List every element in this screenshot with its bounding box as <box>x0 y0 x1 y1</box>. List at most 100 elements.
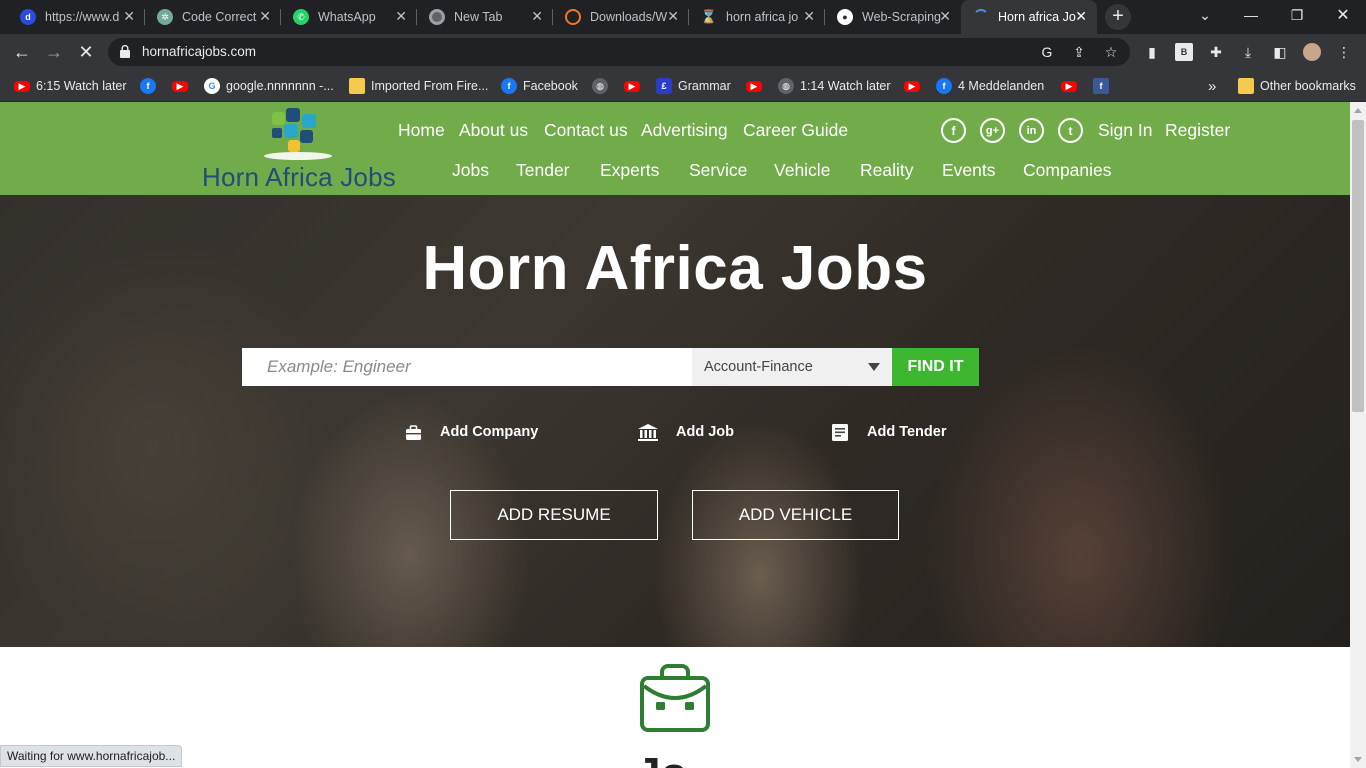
browser-tab[interactable]: d https://www.d ✕ <box>8 0 145 34</box>
nav-events[interactable]: Events <box>942 160 996 181</box>
category-selected-value: Account-Finance <box>704 359 813 375</box>
google-icon: G <box>204 78 220 94</box>
category-select[interactable]: Account-Finance <box>692 348 892 386</box>
google-plus-icon[interactable]: g+ <box>980 118 1005 143</box>
bookmark-item[interactable]: ▶ <box>746 77 768 95</box>
nav-career-guide[interactable]: Career Guide <box>743 120 848 141</box>
close-tab-icon[interactable]: ✕ <box>803 8 815 24</box>
address-bar[interactable]: hornafricajobs.com G ⇪ ☆ <box>108 38 1130 66</box>
back-arrow-icon[interactable]: ← <box>10 40 34 64</box>
jupyter-icon <box>565 9 581 25</box>
restore-icon[interactable]: ❐ <box>1274 0 1320 30</box>
hourglass-icon: ⌛ <box>700 9 718 24</box>
add-job-label: Add Job <box>676 424 734 440</box>
page-scrollbar[interactable] <box>1350 102 1366 768</box>
browser-tab[interactable]: ⌛ horn africa jo ✕ <box>689 0 825 34</box>
site-header: Horn Africa Jobs Home About us Contact u… <box>0 102 1350 195</box>
youtube-icon: ▶ <box>904 80 920 92</box>
nav-jobs[interactable]: Jobs <box>452 160 489 181</box>
browser-tab-active[interactable]: Horn africa Jo ✕ <box>961 0 1097 34</box>
nav-reality[interactable]: Reality <box>860 160 914 181</box>
bookmark-item[interactable]: £ Grammar <box>656 77 731 95</box>
add-tender-label: Add Tender <box>867 424 947 440</box>
find-it-button[interactable]: FIND IT <box>892 348 979 386</box>
nav-advertising[interactable]: Advertising <box>641 120 728 141</box>
google-lens-icon[interactable]: G <box>1038 43 1056 61</box>
bitwarden-icon[interactable]: B <box>1175 43 1193 61</box>
share-icon[interactable]: ⇪ <box>1070 43 1088 61</box>
side-panel-icon[interactable]: ◧ <box>1271 43 1289 61</box>
scroll-down-arrow-icon[interactable] <box>1354 757 1362 762</box>
bookmark-item[interactable]: ▶ <box>904 77 926 95</box>
bookmark-star-icon[interactable]: ☆ <box>1102 43 1120 61</box>
browser-tab[interactable]: New Tab ✕ <box>417 0 553 34</box>
nav-vehicle[interactable]: Vehicle <box>774 160 830 181</box>
tab-search-icon[interactable]: ⌄ <box>1182 0 1228 30</box>
bookmark-item[interactable]: ◍ <box>592 77 614 95</box>
bookmark-item[interactable]: ▶ 6:15 Watch later <box>14 77 127 95</box>
nav-experts[interactable]: Experts <box>600 160 659 181</box>
bookmark-item[interactable]: ▶ <box>172 77 194 95</box>
bookmark-folder[interactable]: Imported From Fire... <box>349 77 488 95</box>
extensions-puzzle-icon[interactable]: ✚ <box>1207 43 1225 61</box>
nav-tender[interactable]: Tender <box>516 160 570 181</box>
nav-companies[interactable]: Companies <box>1023 160 1112 181</box>
register-link[interactable]: Register <box>1165 120 1230 141</box>
browser-tab[interactable]: Downloads/W ✕ <box>553 0 689 34</box>
minimize-icon[interactable]: — <box>1228 0 1274 30</box>
scroll-up-arrow-icon[interactable] <box>1354 108 1362 113</box>
close-tab-icon[interactable]: ✕ <box>123 8 135 24</box>
bookmarks-overflow-chevron[interactable]: » <box>1208 77 1216 95</box>
nav-home[interactable]: Home <box>398 120 445 141</box>
profile-avatar[interactable] <box>1303 43 1321 61</box>
close-tab-icon[interactable]: ✕ <box>531 8 543 24</box>
close-tab-icon[interactable]: ✕ <box>259 8 271 24</box>
browser-tab[interactable]: ● Web-Scraping ✕ <box>825 0 961 34</box>
bookmark-item[interactable]: f <box>140 77 162 95</box>
add-resume-button[interactable]: ADD RESUME <box>450 490 658 540</box>
site-logo[interactable]: Horn Africa Jobs <box>200 104 400 192</box>
facebook-icon[interactable]: f <box>941 118 966 143</box>
close-window-icon[interactable]: ✕ <box>1320 0 1366 30</box>
bookmark-item[interactable]: f Facebook <box>501 77 578 95</box>
add-job-link[interactable]: Add Job <box>638 422 734 442</box>
browser-toolbar: ← → ✕ hornafricajobs.com G ⇪ ☆ ▮ B ✚ ⤓ ◧… <box>0 34 1366 70</box>
add-tender-link[interactable]: Add Tender <box>832 422 946 442</box>
briefcase-icon <box>406 424 421 440</box>
download-icon[interactable]: ⤓ <box>1239 43 1257 61</box>
browser-tab[interactable]: ✲ Code Correct ✕ <box>145 0 281 34</box>
forward-arrow-icon[interactable]: → <box>42 40 66 64</box>
nav-about-us[interactable]: About us <box>459 120 528 141</box>
bookmark-item[interactable]: f4 Meddelanden <box>936 77 1044 95</box>
close-tab-icon[interactable]: ✕ <box>939 8 951 24</box>
nav-contact-us[interactable]: Contact us <box>544 120 628 141</box>
grammar-icon: £ <box>656 78 672 94</box>
bookmark-item[interactable]: Ggoogle.nnnnnnn -... <box>204 77 334 95</box>
url-text[interactable]: hornafricajobs.com <box>142 44 256 59</box>
bookmark-item[interactable]: ▶ <box>624 77 646 95</box>
logo-mark-icon <box>264 108 332 160</box>
new-tab-button[interactable]: + <box>1105 4 1131 30</box>
stop-loading-icon[interactable]: ✕ <box>74 40 98 64</box>
bookmark-item[interactable]: f <box>1093 77 1115 95</box>
job-search-input[interactable] <box>242 348 692 386</box>
bookmark-item[interactable]: ▶ <box>1061 77 1083 95</box>
nav-service[interactable]: Service <box>689 160 747 181</box>
twitter-icon[interactable]: t <box>1058 118 1083 143</box>
extension-icon[interactable]: ▮ <box>1143 43 1161 61</box>
browser-tab[interactable]: ✆ WhatsApp ✕ <box>281 0 417 34</box>
add-vehicle-button[interactable]: ADD VEHICLE <box>692 490 899 540</box>
add-company-link[interactable]: Add Company <box>405 422 538 442</box>
other-bookmarks-folder[interactable]: Other bookmarks <box>1238 77 1356 95</box>
folder-icon <box>349 78 365 94</box>
bookmark-item[interactable]: ◍ 1:14 Watch later <box>778 77 891 95</box>
close-tab-icon[interactable]: ✕ <box>395 8 407 24</box>
linkedin-icon[interactable]: in <box>1019 118 1044 143</box>
facebook-icon: f <box>501 78 517 94</box>
close-tab-icon[interactable]: ✕ <box>667 8 679 24</box>
scrollbar-thumb[interactable] <box>1352 120 1364 412</box>
close-tab-icon[interactable]: ✕ <box>1075 8 1087 24</box>
sign-in-link[interactable]: Sign In <box>1098 120 1152 141</box>
menu-kebab-icon[interactable]: ⋮ <box>1335 43 1353 61</box>
loading-icon <box>973 9 989 25</box>
